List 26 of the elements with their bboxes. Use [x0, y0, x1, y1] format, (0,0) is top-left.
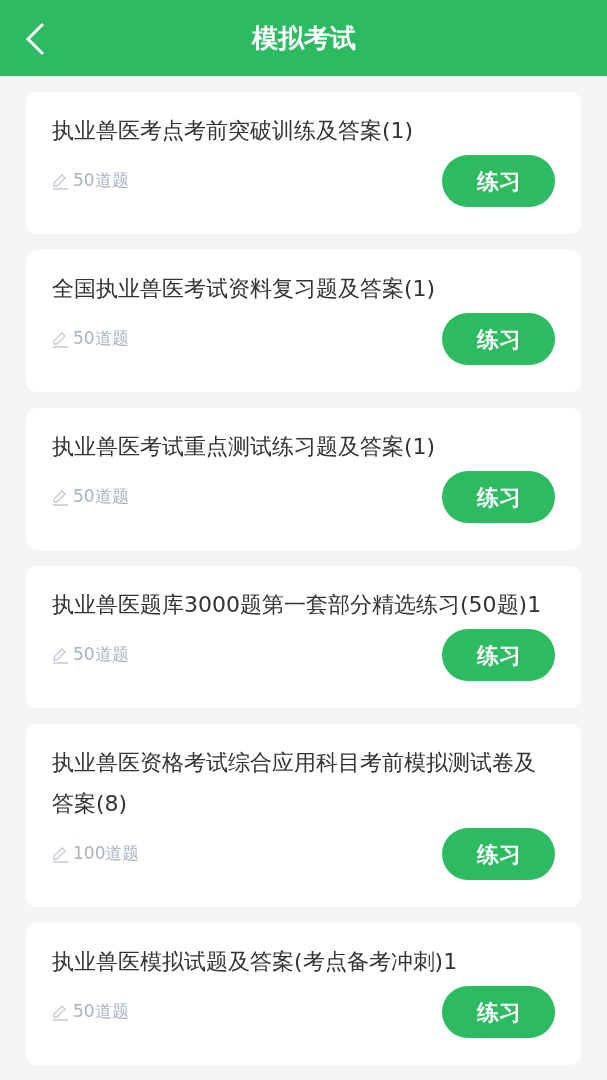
practice-button[interactable]: 练习: [442, 828, 555, 880]
question-count: 50道题: [73, 169, 129, 193]
question-count: 50道题: [73, 643, 129, 667]
exam-title: 执业兽医资格考试综合应用科目考前模拟测试卷及答案(8): [52, 749, 537, 818]
pencil-icon: [52, 330, 69, 348]
practice-button[interactable]: 练习: [442, 629, 555, 681]
exam-title: 执业兽医考试重点测试练习题及答案(1): [52, 433, 437, 461]
exam-title: 执业兽医题库3000题第一套部分精选练习(50题)1: [52, 591, 543, 619]
pencil-icon: [52, 845, 69, 863]
page-title: 模拟考试: [251, 22, 356, 55]
pencil-icon: [52, 1003, 69, 1021]
pencil-icon: [52, 488, 69, 506]
back-icon[interactable]: [24, 22, 46, 56]
practice-button[interactable]: 练习: [442, 313, 555, 365]
practice-button[interactable]: 练习: [442, 471, 555, 523]
pencil-icon: [52, 646, 69, 664]
question-count: 50道题: [73, 1000, 129, 1024]
question-count: 100道题: [73, 842, 140, 866]
exam-title: 执业兽医考点考前突破训练及答案(1): [52, 117, 415, 145]
question-count: 50道题: [73, 327, 129, 351]
practice-button[interactable]: 练习: [442, 986, 555, 1038]
exam-title: 执业兽医模拟试题及答案(考点备考冲刺)1: [52, 948, 459, 976]
exam-title: 全国执业兽医考试资料复习题及答案(1): [52, 275, 437, 303]
pencil-icon: [52, 172, 69, 190]
practice-button[interactable]: 练习: [442, 155, 555, 207]
question-count: 50道题: [73, 485, 129, 509]
